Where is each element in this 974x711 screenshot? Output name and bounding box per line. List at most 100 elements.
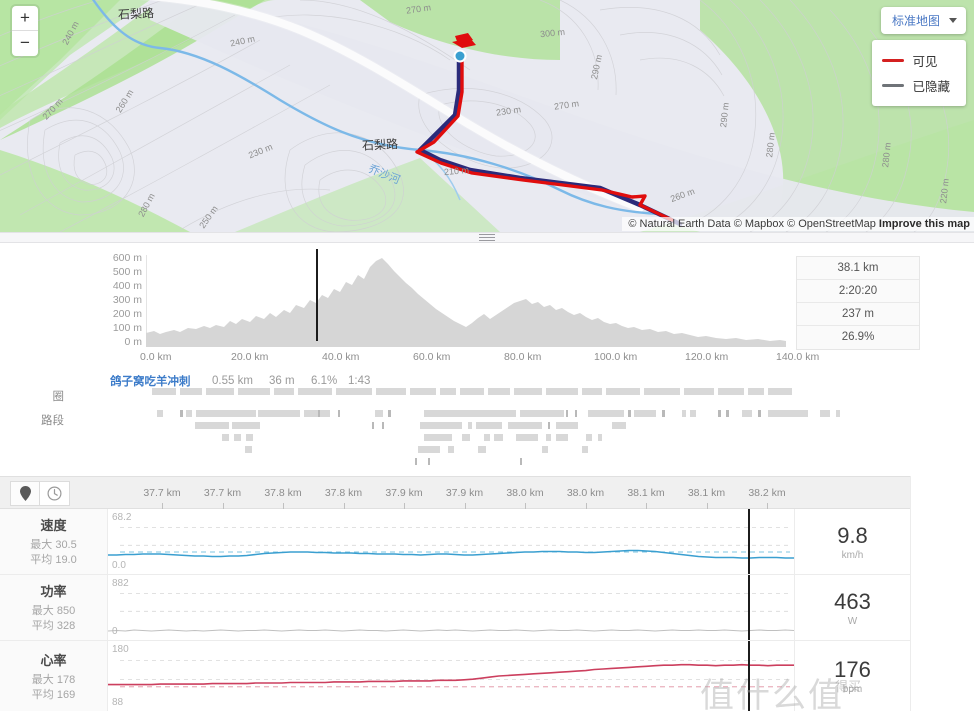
lap-segment-bar[interactable] — [494, 434, 503, 441]
lap-segment-bar[interactable] — [742, 410, 752, 417]
chart-power-plot[interactable]: 882 0 — [107, 575, 795, 640]
lap-segment-bar[interactable] — [582, 446, 588, 453]
lap-segment-bar[interactable] — [548, 422, 550, 429]
lap-segment-bar[interactable] — [186, 410, 192, 417]
lap-segment-bar[interactable] — [440, 388, 456, 395]
lap-segment-bar[interactable] — [336, 388, 372, 395]
lap-segment-bar[interactable] — [718, 388, 744, 395]
lap-bars-track[interactable] — [0, 388, 974, 398]
lap-segment-bar[interactable] — [684, 388, 714, 395]
lap-segment-bar[interactable] — [484, 434, 490, 441]
lap-segment-bar[interactable] — [274, 388, 294, 395]
lap-segment-bar[interactable] — [424, 410, 516, 417]
lap-segment-bar[interactable] — [246, 434, 253, 441]
chart-power[interactable]: 功率 最大 850 平均 328 882 0 463 W — [0, 575, 974, 641]
lap-segment-bar[interactable] — [508, 422, 542, 429]
lap-segment-bar[interactable] — [582, 388, 602, 395]
lap-segment-bar[interactable] — [420, 422, 462, 429]
lap-segment-bar[interactable] — [520, 410, 564, 417]
lap-segment-bar[interactable] — [232, 422, 260, 429]
panel-resize-handle[interactable] — [0, 232, 974, 243]
lap-segment-bar[interactable] — [598, 434, 602, 441]
lap-segment-bar[interactable] — [516, 434, 538, 441]
map-type-selector[interactable]: 标准地图 — [880, 7, 966, 34]
lap-segment-bar[interactable] — [476, 422, 502, 429]
lap-segment-bar[interactable] — [410, 388, 436, 395]
lap-segment-bar[interactable] — [304, 410, 330, 417]
lap-segment-bar[interactable] — [758, 410, 761, 417]
lap-segment-bar[interactable] — [382, 422, 384, 429]
lap-segment-bar[interactable] — [718, 410, 721, 417]
lap-segment-bar[interactable] — [820, 410, 830, 417]
segment-name-link[interactable]: 鸽子窝吃羊冲刺 — [110, 373, 191, 389]
lap-segment-bar[interactable] — [588, 410, 624, 417]
map-canvas[interactable]: 石梨路 石梨路 乔沙河 240 m 270 m 260 m 230 m 280 … — [0, 0, 974, 232]
lap-segment-bar[interactable] — [682, 410, 686, 417]
lap-segment-bar[interactable] — [152, 388, 176, 395]
lap-segment-bar[interactable] — [768, 388, 792, 395]
lap-segment-bar[interactable] — [196, 410, 256, 417]
improve-map-link[interactable]: Improve this map — [879, 218, 970, 230]
lap-segment-bar[interactable] — [206, 388, 234, 395]
axis-mode-toggle[interactable] — [10, 481, 70, 506]
lap-segment-bar[interactable] — [448, 446, 454, 453]
lap-segment-bar[interactable] — [415, 458, 417, 465]
lap-segment-bar[interactable] — [424, 434, 452, 441]
lap-segment-bar[interactable] — [372, 422, 374, 429]
lap-segment-bar[interactable] — [428, 458, 430, 465]
zoom-in-button[interactable]: + — [12, 6, 38, 31]
lap-segment-bar[interactable] — [180, 410, 183, 417]
lap-segment-bar[interactable] — [258, 410, 300, 417]
lap-segment-bar[interactable] — [556, 434, 568, 441]
lap-segment-bar[interactable] — [375, 410, 383, 417]
lap-segment-bar[interactable] — [180, 388, 202, 395]
lap-segment-bar[interactable] — [157, 410, 163, 417]
lap-segment-bar[interactable] — [478, 446, 486, 453]
lap-segment-bar[interactable] — [768, 410, 808, 417]
lap-segment-bar[interactable] — [222, 434, 229, 441]
lap-segment-bar[interactable] — [628, 410, 631, 417]
elevation-chart[interactable] — [146, 255, 786, 347]
lap-segment-bar[interactable] — [575, 410, 577, 417]
lap-segment-bar[interactable] — [606, 388, 640, 395]
lap-segment-bar[interactable] — [634, 410, 656, 417]
lap-segment-bar[interactable] — [748, 388, 764, 395]
lap-segment-bar[interactable] — [836, 410, 840, 417]
segment-bars-track[interactable] — [0, 410, 974, 474]
lap-segment-bar[interactable] — [520, 458, 522, 465]
zoom-out-button[interactable]: − — [12, 31, 38, 56]
lap-segment-bar[interactable] — [460, 388, 484, 395]
time-mode-button[interactable] — [40, 481, 70, 506]
chart-heartrate-plot[interactable]: 180 88 — [108, 641, 794, 711]
lap-segment-bar[interactable] — [662, 410, 665, 417]
lap-segment-bar[interactable] — [388, 410, 391, 417]
lap-segment-bar[interactable] — [338, 410, 340, 417]
chart-heartrate[interactable]: 心率 最大 178 平均 169 180 88 176 bpm — [0, 641, 974, 711]
lap-segment-bar[interactable] — [195, 422, 229, 429]
lap-segment-bar[interactable] — [376, 388, 406, 395]
lap-segment-bar[interactable] — [318, 410, 320, 417]
chart-speed-plot[interactable]: 68.2 0.0 — [108, 509, 794, 574]
lap-segment-bar[interactable] — [546, 434, 551, 441]
lap-segment-bar[interactable] — [298, 388, 332, 395]
lap-segment-bar[interactable] — [468, 422, 472, 429]
map-zoom-controls[interactable]: + − — [12, 6, 38, 56]
lap-segment-bar[interactable] — [546, 388, 578, 395]
lap-segment-bar[interactable] — [586, 434, 592, 441]
chart-speed[interactable]: 速度 最大 30.5 平均 19.0 68.2 0.0 9.8 km/h — [0, 509, 974, 575]
lap-segment-bar[interactable] — [542, 446, 548, 453]
lap-segment-bar[interactable] — [612, 422, 626, 429]
lap-segment-bar[interactable] — [566, 410, 568, 417]
lap-segment-bar[interactable] — [690, 410, 696, 417]
lap-segment-bar[interactable] — [245, 446, 252, 453]
lap-segment-bar[interactable] — [644, 388, 680, 395]
lap-segment-bar[interactable] — [726, 410, 729, 417]
lap-segment-bar[interactable] — [488, 388, 510, 395]
lap-segment-bar[interactable] — [418, 446, 440, 453]
lap-segment-bar[interactable] — [514, 388, 542, 395]
lap-segment-bar[interactable] — [238, 388, 270, 395]
lap-segment-bar[interactable] — [556, 422, 578, 429]
lap-segment-bar[interactable] — [234, 434, 241, 441]
distance-mode-button[interactable] — [10, 481, 40, 506]
lap-segment-bar[interactable] — [462, 434, 470, 441]
